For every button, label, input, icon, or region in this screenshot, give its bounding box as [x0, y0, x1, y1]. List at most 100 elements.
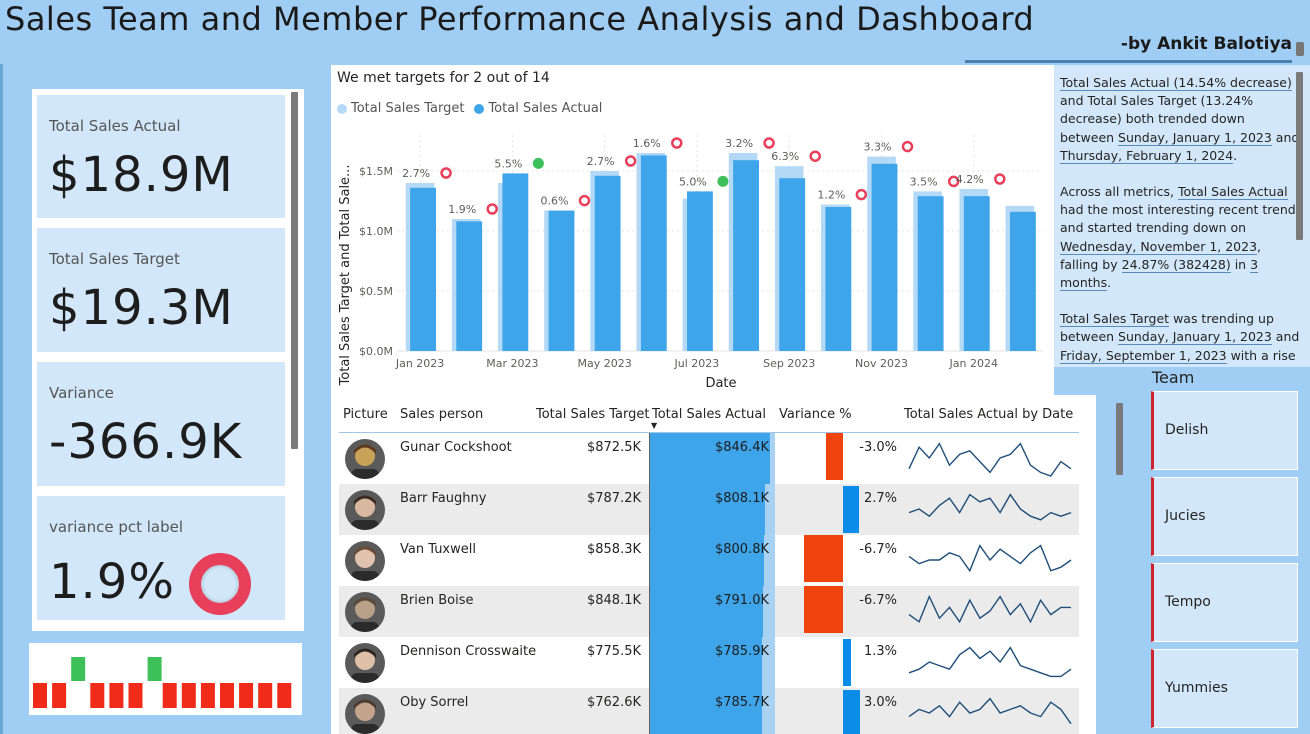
team-button-yummies[interactable]: Yummies — [1151, 649, 1298, 728]
pct-data-label: 1.9% — [448, 203, 476, 216]
pct-data-label: 2.7% — [587, 155, 615, 168]
mini-missed-bar — [128, 683, 143, 708]
salesperson-name: Brien Boise — [400, 593, 474, 608]
actual-bar[interactable] — [640, 155, 667, 351]
total-sales-target-cell: $762.6K — [586, 695, 641, 710]
variance-data-bar — [804, 535, 843, 582]
team-button-label: Jucies — [1165, 508, 1206, 524]
variance-pct-cell: -6.7% — [859, 593, 897, 608]
narrative-link[interactable]: Total Sales Target — [1060, 311, 1170, 328]
target-missed-icon — [440, 167, 452, 179]
total-sales-target-cell: $787.2K — [586, 491, 641, 506]
mini-missed-bar — [200, 683, 215, 708]
table-row[interactable]: Oby Sorrel $762.6K $785.7K 3.0% — [339, 688, 1079, 734]
actual-bar[interactable] — [871, 163, 898, 351]
column-header-variance-pct[interactable]: Variance % — [779, 407, 852, 422]
team-button-jucies[interactable]: Jucies — [1151, 477, 1298, 556]
table-row[interactable]: Gunar Cockshoot $872.5K $846.4K -3.0% — [339, 433, 1079, 484]
total-sales-target-cell: $775.5K — [586, 644, 641, 659]
target-missed-icon — [809, 150, 821, 162]
narrative-paragraph-1: Total Sales Actual (14.54% decrease) and… — [1060, 74, 1300, 165]
pct-data-label: 4.2% — [956, 173, 984, 186]
pct-data-label: 5.5% — [494, 157, 522, 170]
sales-sparkline[interactable] — [905, 487, 1075, 531]
column-header-total-sales-target[interactable]: Total Sales Target — [536, 407, 649, 422]
kpi-card-variance[interactable]: Variance -366.9K — [37, 362, 285, 486]
narrative-link[interactable]: Sunday, January 1, 2023 — [1118, 129, 1272, 146]
salesperson-avatar — [345, 694, 385, 734]
table-row[interactable]: Brien Boise $848.1K $791.0K -6.7% — [339, 586, 1079, 637]
sales-sparkline[interactable] — [905, 538, 1075, 582]
narrative-link[interactable]: Total Sales Actual (14.54% decrease) — [1060, 75, 1292, 91]
team-button-tempo[interactable]: Tempo — [1151, 563, 1298, 642]
sort-descending-icon[interactable]: ▼ — [651, 421, 657, 430]
byline-underline — [965, 60, 1292, 63]
variance-pct-cell: 2.7% — [863, 491, 897, 506]
column-header-total-sales-actual[interactable]: Total Sales Actual — [652, 407, 766, 422]
actual-bar[interactable] — [963, 196, 990, 351]
x-tick-label: Jan 2024 — [949, 357, 998, 370]
salesperson-name: Gunar Cockshoot — [400, 440, 512, 455]
narrative-link[interactable]: Friday, September 1, 2023 — [1060, 347, 1227, 364]
actual-bar[interactable] — [1010, 211, 1036, 351]
column-header-sales-by-date[interactable]: Total Sales Actual by Date — [904, 407, 1073, 422]
total-sales-target-cell: $848.1K — [586, 593, 641, 608]
left-edge-strip — [0, 64, 3, 734]
variance-pct-cell: -3.0% — [859, 440, 897, 455]
actual-bar[interactable] — [779, 178, 806, 351]
actual-bar[interactable] — [917, 196, 944, 351]
sales-sparkline[interactable] — [905, 640, 1075, 684]
narrative-link[interactable]: Thursday, February 1, 2024 — [1060, 147, 1234, 164]
team-button-delish[interactable]: Delish — [1151, 391, 1298, 470]
kpi-value: $19.3M — [49, 280, 234, 336]
sales-sparkline[interactable] — [905, 436, 1075, 480]
actual-bar[interactable] — [456, 221, 483, 351]
narrative-scrollbar[interactable] — [1296, 72, 1303, 240]
narrative-text: . — [1233, 147, 1238, 163]
actual-bar[interactable] — [548, 210, 575, 351]
narrative-link[interactable]: 24.87% (382428) — [1121, 256, 1231, 273]
kpi-value: 1.9% — [49, 554, 175, 610]
kpi-card-variance-pct[interactable]: variance pct label 1.9% — [37, 496, 285, 620]
table-row[interactable]: Dennison Crosswaite $775.5K $785.9K 1.3% — [339, 637, 1079, 688]
table-scrollbar[interactable] — [1116, 403, 1123, 475]
x-tick-label: Jul 2023 — [674, 357, 720, 370]
sales-sparkline[interactable] — [905, 589, 1075, 633]
total-sales-target-cell: $858.3K — [586, 542, 641, 557]
actual-bar[interactable] — [733, 160, 759, 351]
actual-bar[interactable] — [410, 187, 436, 351]
actual-bar[interactable] — [687, 191, 713, 351]
total-sales-actual-cell: $846.4K — [714, 440, 769, 455]
kpi-value: $18.9M — [49, 147, 234, 203]
actual-bar[interactable] — [825, 207, 852, 351]
table-row[interactable]: Barr Faughny $787.2K $808.1K 2.7% — [339, 484, 1079, 535]
narrative-text: in — [1230, 256, 1251, 272]
kpi-card-total-sales-target[interactable]: Total Sales Target $19.3M — [37, 228, 285, 352]
y-tick-label: $0.0M — [359, 345, 393, 358]
smart-narrative-text: Total Sales Actual (14.54% decrease) and… — [1060, 74, 1300, 367]
chart-x-axis-label: Date — [705, 376, 736, 391]
pct-data-label: 1.2% — [817, 189, 845, 202]
narrative-link[interactable]: Total Sales Actual — [1178, 184, 1288, 201]
column-header-sales-person[interactable]: Sales person — [400, 407, 483, 422]
sales-sparkline[interactable] — [905, 691, 1075, 734]
narrative-link[interactable]: Wednesday, November 1, 2023 — [1060, 238, 1258, 255]
kpi-scrollbar[interactable] — [291, 92, 298, 449]
actual-bar[interactable] — [594, 175, 621, 351]
target-missed-icon — [671, 137, 683, 149]
narrative-text: . — [1107, 275, 1112, 291]
table-row[interactable]: Van Tuxwell $858.3K $800.8K -6.7% — [339, 535, 1079, 586]
sparkline-line — [908, 442, 1072, 477]
column-header-picture[interactable]: Picture — [343, 407, 388, 422]
page-scrollbar[interactable] — [1296, 42, 1304, 56]
mini-missed-bar — [109, 683, 124, 708]
target-met-icon — [717, 175, 729, 187]
narrative-link[interactable]: Sunday, January 1, 2023 — [1118, 329, 1272, 346]
sales-bar-chart[interactable]: Total Sales Target and Total Sale... Dat… — [331, 65, 1054, 395]
actual-bar[interactable] — [502, 173, 529, 351]
total-sales-actual-cell: $791.0K — [714, 593, 769, 608]
total-sales-target-cell: $872.5K — [586, 440, 641, 455]
pct-data-label: 2.7% — [402, 167, 430, 180]
kpi-card-total-sales-actual[interactable]: Total Sales Actual $18.9M — [37, 95, 285, 218]
y-tick-label: $1.5M — [359, 165, 393, 178]
